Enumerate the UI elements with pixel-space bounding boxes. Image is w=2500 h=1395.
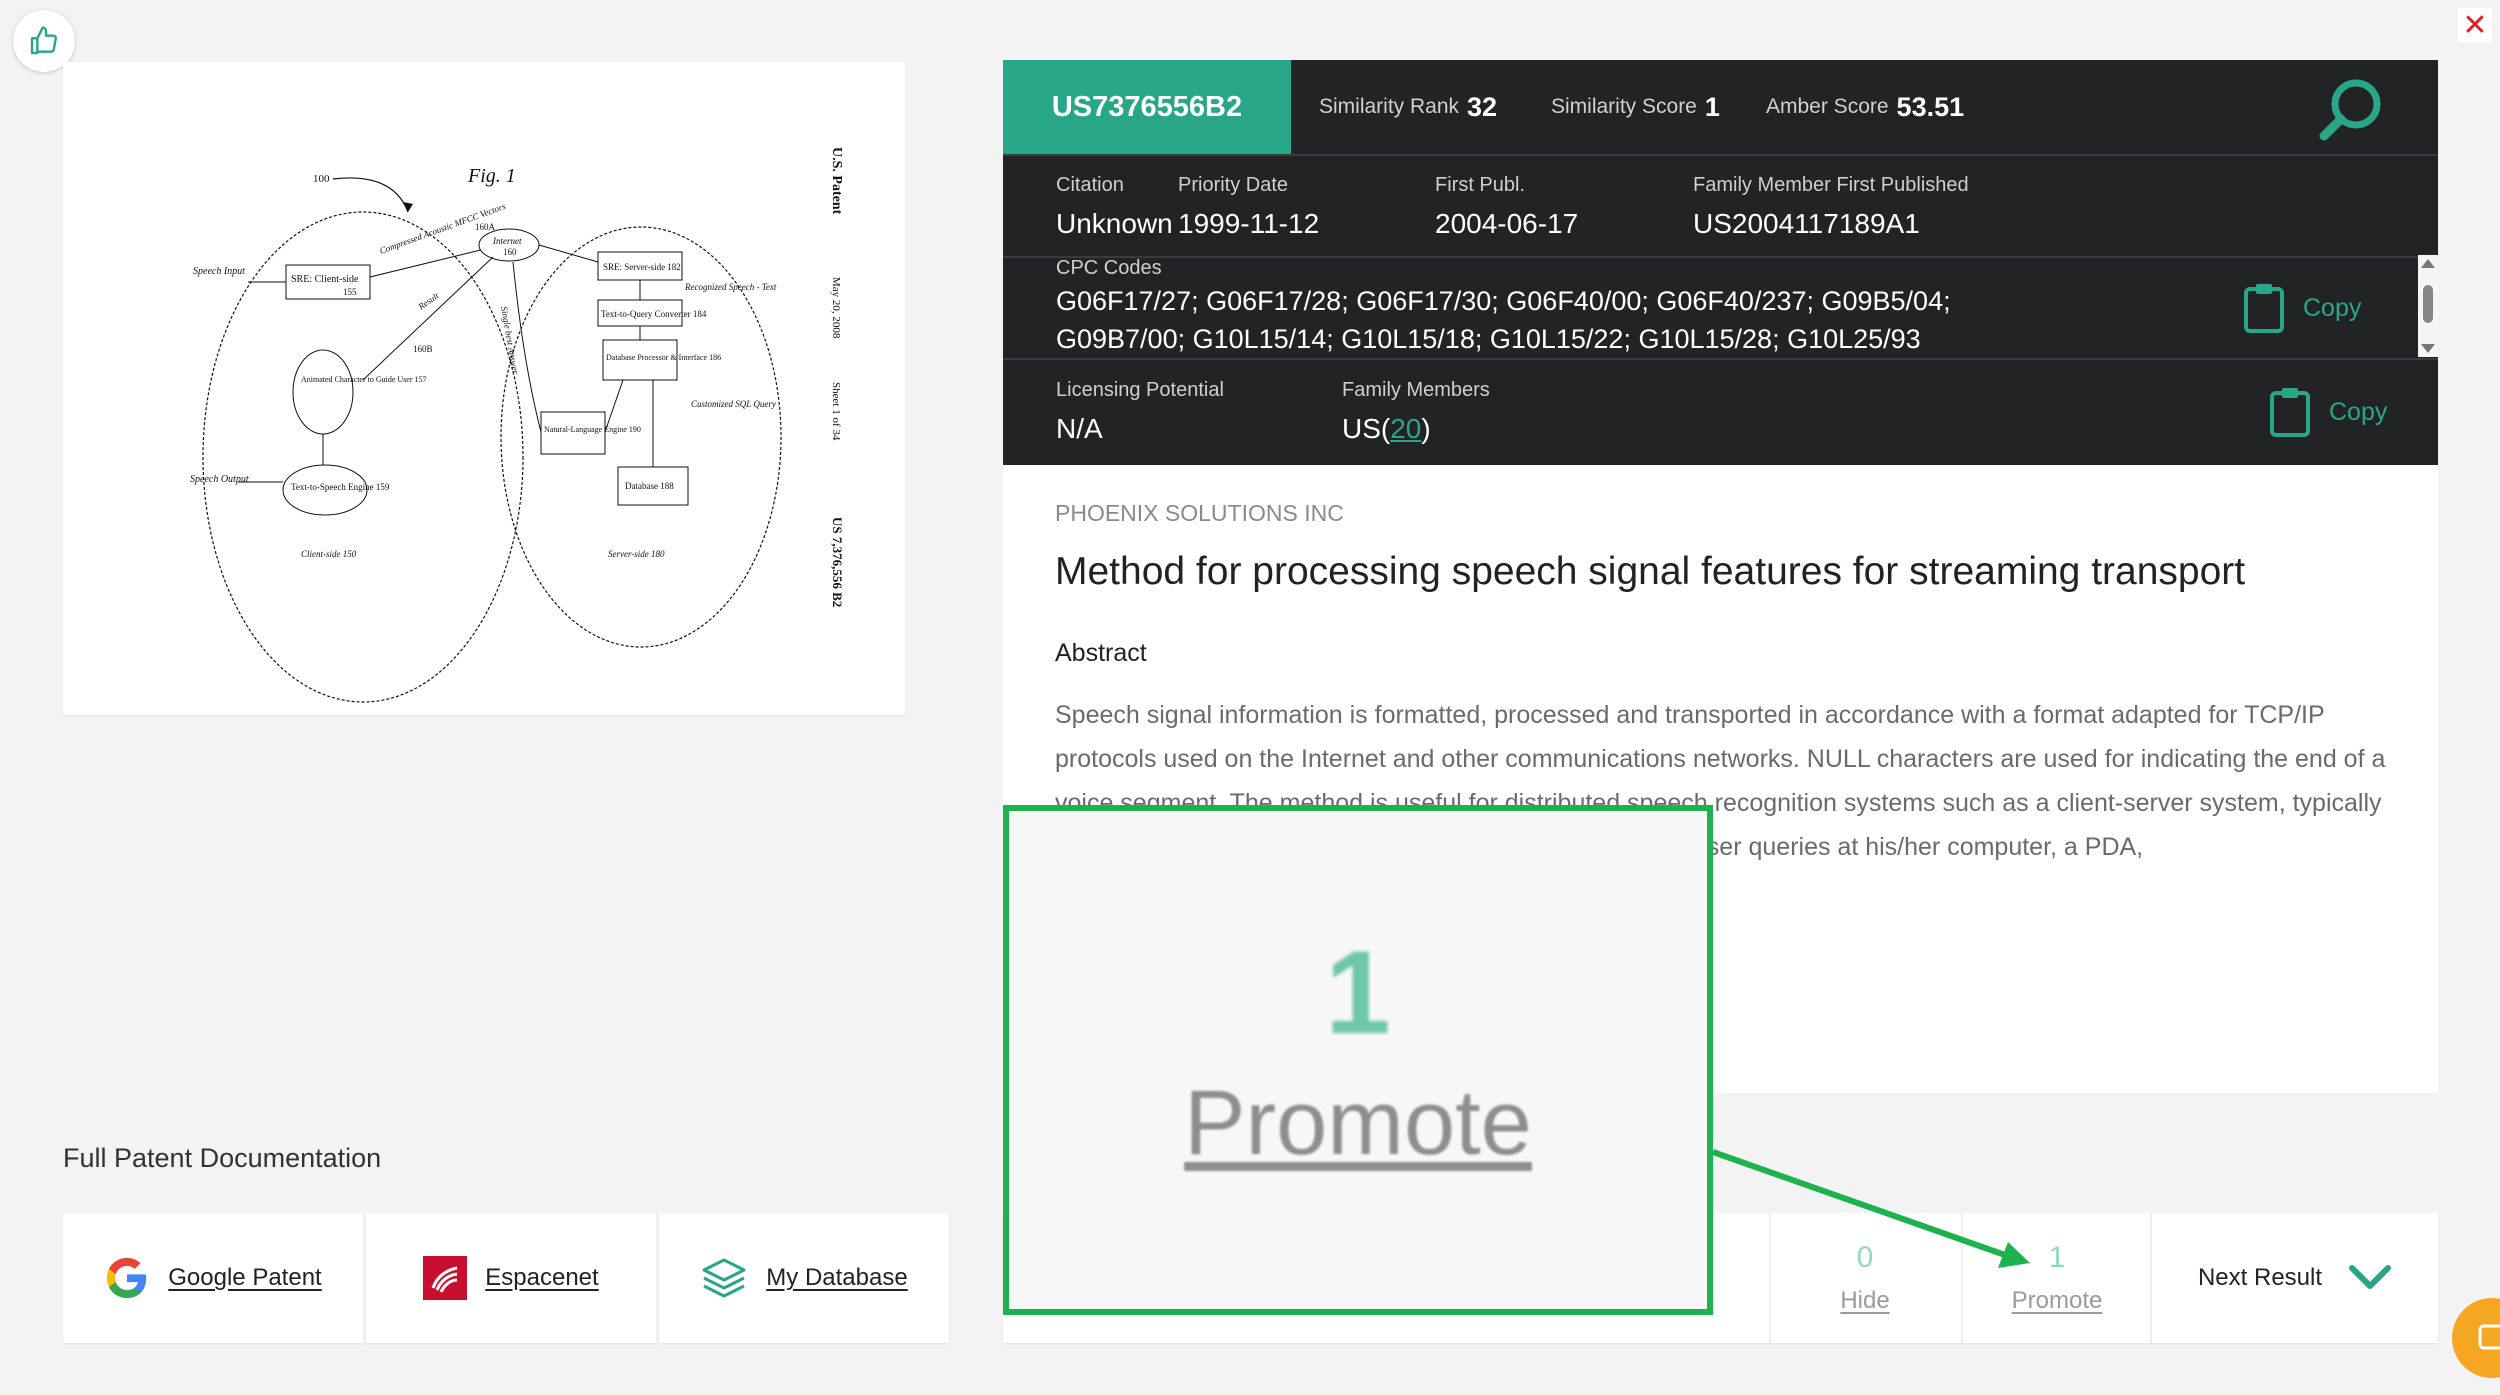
patent-number[interactable]: US7376556B2 <box>1003 60 1291 154</box>
sre-client-label: SRE: Client-side <box>291 274 359 285</box>
citation-label: Citation <box>1056 174 1124 196</box>
svg-text:160B: 160B <box>413 344 433 354</box>
patent-drawing-card[interactable]: Fig. 1 100 Speech Input SRE: Client-side… <box>63 62 905 715</box>
my-database-button[interactable]: My Database <box>659 1213 949 1343</box>
svg-text:US 7,376,556 B2: US 7,376,556 B2 <box>830 517 845 607</box>
chat-widget-button[interactable] <box>2452 1298 2500 1378</box>
svg-text:Result: Result <box>416 290 441 312</box>
speech-input-label: Speech Input <box>193 266 245 277</box>
full-doc-heading: Full Patent Documentation <box>63 1143 382 1173</box>
svg-text:SRE: Server-side 182: SRE: Server-side 182 <box>603 262 681 272</box>
svg-text:Client-side 150: Client-side 150 <box>301 549 357 559</box>
abstract-heading: Abstract <box>1055 639 1147 667</box>
licensing-label: Licensing Potential <box>1056 379 1224 401</box>
google-icon <box>107 1257 147 1299</box>
family-first-value: US2004117189A1 <box>1693 208 1920 239</box>
family-count-link[interactable]: 20 <box>1390 413 1421 444</box>
priority-date-label: Priority Date <box>1178 174 1289 196</box>
espacenet-button[interactable]: Espacenet <box>366 1213 656 1343</box>
copy-family-button[interactable]: Copy <box>2269 386 2387 438</box>
thumbs-up-icon <box>30 26 57 55</box>
citation-value: Unknown <box>1056 208 1173 239</box>
hide-button[interactable]: 0 Hide <box>1769 1213 1959 1343</box>
svg-text:Text-to-Query Converter 184: Text-to-Query Converter 184 <box>601 309 707 319</box>
zoom-label: Promote <box>1184 1071 1532 1174</box>
search-button[interactable] <box>2314 74 2390 144</box>
clipboard-icon <box>2244 284 2284 333</box>
cpc-scrollbar[interactable] <box>2418 255 2438 357</box>
chevron-down-icon <box>2349 1265 2392 1289</box>
copy-cpc-button[interactable]: Copy <box>2243 282 2361 334</box>
zoom-count: 1 <box>1325 926 1391 1059</box>
svg-text:160: 160 <box>503 247 517 257</box>
svg-text:Speech Output: Speech Output <box>190 474 249 485</box>
similarity-rank: Similarity Rank 32 <box>1319 91 1498 122</box>
first-publ-label: First Publ. <box>1435 174 1526 196</box>
zoom-callout: 1 Promote <box>1003 805 1713 1315</box>
svg-text:Customized SQL Query: Customized SQL Query <box>691 399 776 409</box>
chat-icon <box>2478 1324 2500 1350</box>
svg-text:Database 188: Database 188 <box>625 481 674 491</box>
cpc-label: CPC Codes <box>1056 257 1162 279</box>
search-icon <box>2319 79 2381 141</box>
assignee: PHOENIX SOLUTIONS INC <box>1055 500 1344 526</box>
first-publ-value: 2004-06-17 <box>1435 208 1579 239</box>
svg-text:Recognized Speech - Text: Recognized Speech - Text <box>684 282 777 292</box>
patent-header: US7376556B2 Similarity Rank 32 Similarit… <box>1003 60 2438 465</box>
svg-text:Single best Answer: Single best Answer <box>499 306 521 376</box>
svg-text:Sheet 1 of 34: Sheet 1 of 34 <box>830 382 842 441</box>
google-patent-button[interactable]: Google Patent <box>63 1213 363 1343</box>
espacenet-icon <box>423 1256 468 1300</box>
next-result-button[interactable]: Next Result <box>2150 1213 2438 1343</box>
fig-label: Fig. 1 <box>467 165 516 187</box>
close-icon[interactable]: ✕ <box>2458 8 2492 42</box>
family-first-label: Family Member First Published <box>1693 174 1969 196</box>
patent-side-text: U.S. Patent <box>829 147 844 215</box>
svg-text:Natural-Language Engine 190: Natural-Language Engine 190 <box>544 425 641 434</box>
clipboard-icon <box>2270 388 2310 437</box>
svg-text:160A: 160A <box>475 222 496 232</box>
layers-icon <box>702 1258 746 1298</box>
cpc-codes: G06F17/27; G06F17/28; G06F17/30; G06F40/… <box>1056 286 1951 354</box>
svg-text:Server-side 180: Server-side 180 <box>608 549 665 559</box>
patent-title: Method for processing speech signal feat… <box>1055 550 2246 593</box>
ref-100: 100 <box>313 173 330 185</box>
amber-score: Amber Score 53.51 <box>1766 91 1965 122</box>
svg-text:Database Processor & Interface: Database Processor & Interface 186 <box>606 353 721 362</box>
similarity-score: Similarity Score 1 <box>1551 91 1720 122</box>
priority-date-value: 1999-11-12 <box>1178 208 1320 239</box>
licensing-value: N/A <box>1056 413 1103 444</box>
svg-text:Internet: Internet <box>492 236 522 246</box>
family-members-value: US(20) <box>1342 413 1431 444</box>
svg-text:Text-to-Speech Engine 159: Text-to-Speech Engine 159 <box>291 482 390 492</box>
promote-button[interactable]: 1 Promote <box>1961 1213 2151 1343</box>
svg-text:Animated Character to Guide Us: Animated Character to Guide User 157 <box>301 375 427 384</box>
family-members-label: Family Members <box>1342 379 1490 401</box>
svg-text:May 20, 2008: May 20, 2008 <box>830 277 842 339</box>
svg-text:155: 155 <box>343 287 357 297</box>
patent-drawing: Fig. 1 100 Speech Input SRE: Client-side… <box>190 147 845 703</box>
